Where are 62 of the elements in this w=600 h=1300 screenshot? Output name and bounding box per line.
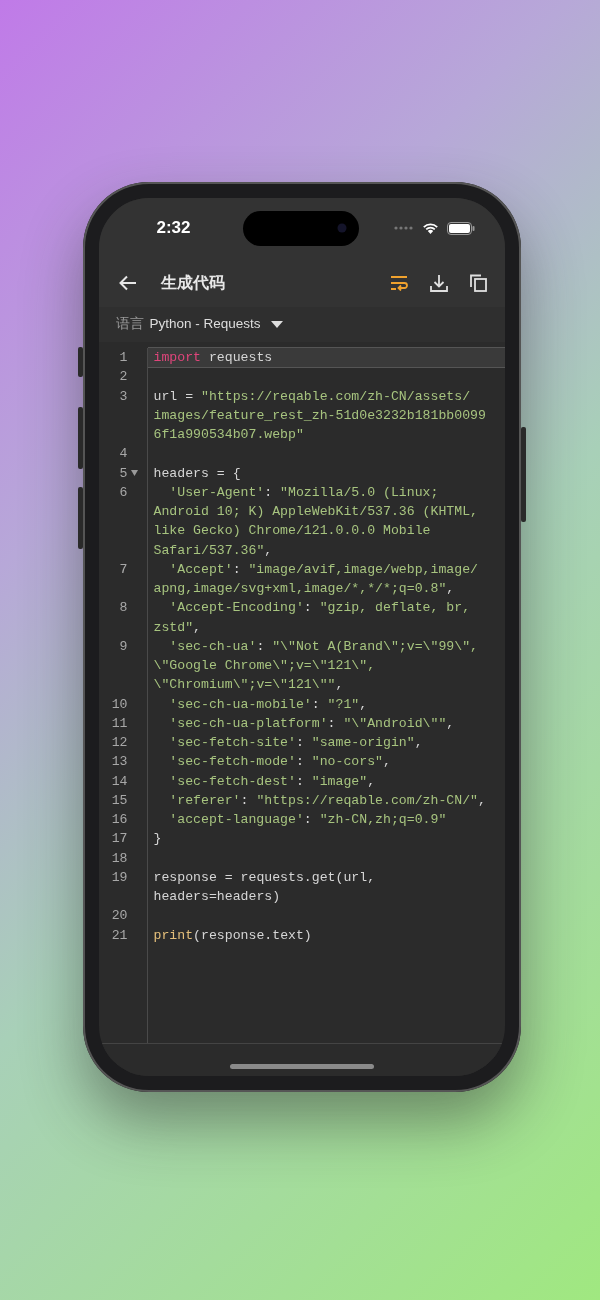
camera-lens-icon — [336, 223, 347, 233]
language-label: 语言 — [115, 315, 144, 334]
line-number: 21 — [111, 926, 128, 945]
code-line: import requests — [153, 349, 273, 367]
code-line: 'sec-ch-ua': "\"Not A(Brand\";v=\"99\", — [168, 637, 478, 656]
code-line: \"Google Chrome\";v=\"121\", — [153, 657, 376, 675]
fold-icon[interactable] — [130, 469, 138, 476]
line-number: 2 — [119, 368, 128, 387]
language-dropdown[interactable]: Python - Requests — [149, 314, 283, 335]
code-line: Android 10; K) AppleWebKit/537.36 (KHTML, — [153, 503, 478, 521]
code-line: 'Accept-Encoding': "gzip, deflate, br, — [168, 599, 471, 618]
code-line: 'sec-fetch-site': "same-origin", — [168, 734, 423, 752]
caret-icon — [270, 321, 283, 328]
code-line: headers = { — [153, 464, 241, 483]
line-number: 15 — [111, 791, 128, 810]
code-line: 'sec-ch-ua-platform': "\"Android\"", — [168, 714, 455, 733]
code-line: url = "https://reqable.com/zh-CN/assets/ — [153, 387, 471, 406]
code-line: } — [153, 830, 162, 849]
code-line: apng,image/svg+xml,image/*,*/*;q=0.8", — [153, 580, 455, 598]
code-line: response = requests.get(url, — [153, 868, 376, 887]
line-number: 14 — [111, 772, 128, 791]
line-number: 6 — [119, 483, 128, 502]
line-number: 1 — [119, 349, 128, 367]
line-number: 8 — [119, 599, 128, 618]
download-icon[interactable] — [429, 273, 448, 292]
code-line: zstd", — [153, 618, 201, 637]
wrap-icon[interactable] — [389, 274, 408, 291]
code-line: 'referer': "https://reqable.com/zh-CN/", — [168, 791, 486, 810]
line-number: 12 — [111, 734, 128, 752]
line-number: 16 — [111, 811, 128, 829]
line-number: 17 — [111, 830, 128, 849]
line-number: 20 — [111, 907, 128, 926]
line-number: 9 — [119, 637, 128, 656]
code-line: 'sec-fetch-mode': "no-cors", — [168, 753, 391, 772]
code-line: \"Chromium\";v=\"121\"", — [153, 676, 344, 695]
line-number: 19 — [111, 868, 128, 887]
line-number: 11 — [111, 714, 128, 733]
line-number: 7 — [119, 560, 128, 579]
page-title: 生成代码 — [160, 272, 226, 293]
line-number: 18 — [111, 849, 128, 868]
line-number: 4 — [119, 445, 128, 464]
code-line: images/feature_rest_zh-51d0e3232b181bb0099 — [153, 406, 486, 425]
code-line: 6f1a990534b07.webp" — [153, 426, 304, 444]
code-line: 'accept-language': "zh-CN,zh;q=0.9" — [168, 811, 447, 829]
code-line: 'sec-ch-ua-mobile': "?1", — [168, 695, 368, 714]
code-line: print(response.text) — [153, 926, 312, 945]
line-number: 3 — [119, 387, 128, 406]
battery-icon — [446, 221, 475, 235]
status-time: 2:32 — [156, 217, 192, 240]
signal-icon — [393, 226, 414, 230]
code-line: headers=headers) — [153, 888, 281, 906]
back-button[interactable] — [118, 274, 137, 291]
code-line: 'Accept': "image/avif,image/webp,image/ — [168, 560, 478, 579]
line-number: 13 — [111, 753, 128, 772]
code-line: Safari/537.36", — [153, 541, 273, 560]
code-line: 'User-Agent': "Mozilla/5.0 (Linux; — [168, 483, 439, 502]
copy-icon[interactable] — [469, 273, 487, 292]
code-line: like Gecko) Chrome/121.0.0.0 Mobile — [153, 522, 431, 541]
line-number: 10 — [111, 695, 128, 714]
code-line: 'sec-fetch-dest': "image", — [168, 772, 376, 791]
line-number: 5 — [119, 464, 128, 483]
wifi-icon — [421, 222, 439, 234]
